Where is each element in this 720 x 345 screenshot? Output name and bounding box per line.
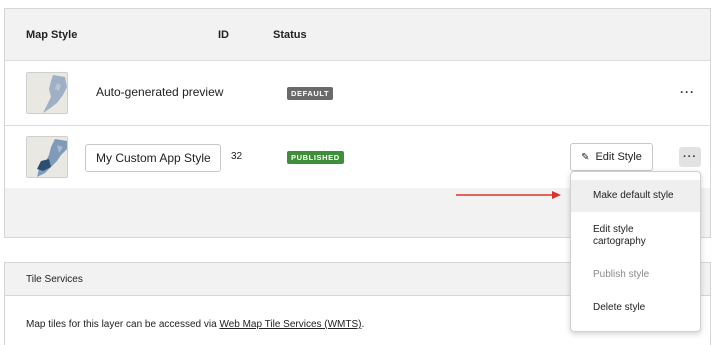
arrow-icon [456, 191, 561, 199]
status-badge: DEFAULT [287, 87, 334, 100]
more-options-icon[interactable]: ··· [680, 85, 695, 99]
menu-item-delete-style[interactable]: Delete style [571, 302, 700, 313]
tile-services-text: Map tiles for this layer can be accessed… [26, 319, 364, 330]
menu-item-make-default[interactable]: Make default style [571, 180, 700, 212]
header-id: ID [218, 29, 229, 41]
header-map-style: Map Style [26, 29, 78, 41]
status-badge: PUBLISHED [287, 151, 344, 164]
map-thumbnail-icon [26, 72, 68, 114]
table-header: Map Style ID Status [5, 9, 710, 60]
tile-services-suffix: . [361, 319, 365, 330]
table-row: Auto-generated preview DEFAULT ··· [5, 60, 710, 125]
style-name-input[interactable] [85, 144, 221, 172]
more-options-icon[interactable]: ··· [679, 147, 701, 167]
wmts-link[interactable]: Web Map Tile Services (WMTS) [219, 319, 361, 330]
edit-style-button[interactable]: ✎ Edit Style [570, 143, 653, 171]
context-menu: Make default style Edit style cartograph… [570, 171, 701, 332]
pencil-icon: ✎ [581, 151, 590, 163]
style-id: 32 [231, 151, 243, 162]
tile-services-title: Tile Services [26, 274, 83, 285]
style-name: Auto-generated preview [96, 85, 224, 99]
menu-item-publish-style[interactable]: Publish style [571, 269, 700, 280]
tile-services-description: Map tiles for this layer can be accessed… [26, 319, 220, 330]
edit-style-label: Edit Style [595, 151, 642, 163]
menu-item-edit-cartography[interactable]: Edit style cartography [571, 224, 681, 248]
map-thumbnail-icon [26, 136, 68, 178]
header-status: Status [273, 29, 307, 41]
